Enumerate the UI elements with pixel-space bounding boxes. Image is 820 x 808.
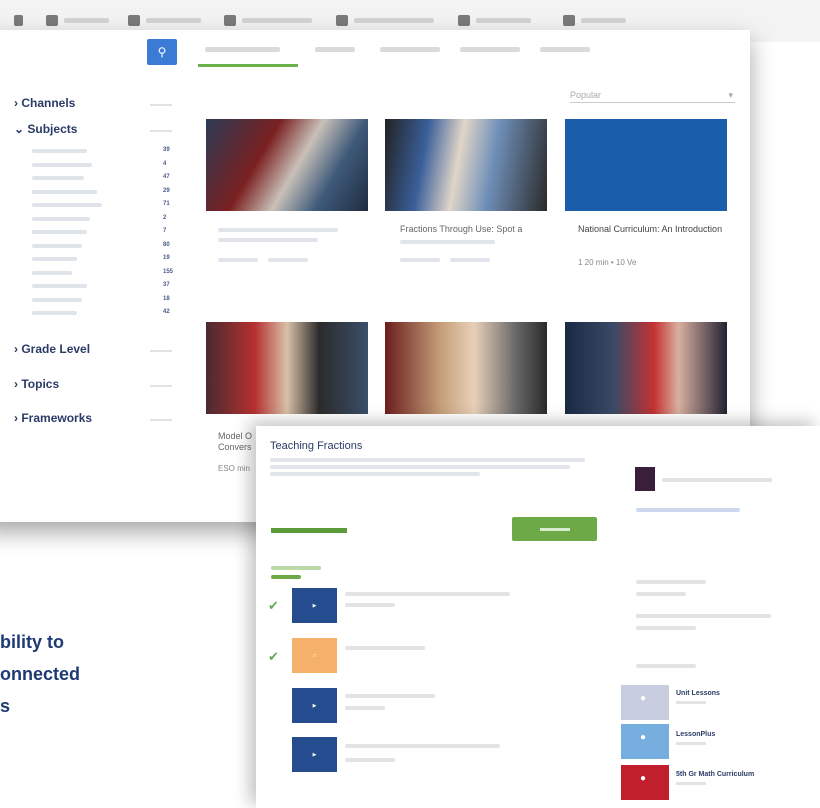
person-icon: ● <box>640 732 647 743</box>
nav-item[interactable] <box>46 12 109 28</box>
related-title[interactable]: 5th Gr Math Curriculum <box>676 771 754 778</box>
nav-icon <box>46 14 58 26</box>
filter-topics[interactable]: › Topics <box>14 377 59 391</box>
check-icon: ✔ <box>268 649 279 664</box>
related-title[interactable]: Unit Lessons <box>676 690 720 697</box>
person-icon: ● <box>640 693 647 704</box>
subject-count: 80 <box>163 241 170 248</box>
video-title[interactable]: Model O Convers <box>218 431 258 453</box>
video-thumbnail[interactable] <box>206 322 368 414</box>
action-button[interactable] <box>512 517 597 541</box>
person-icon: ● <box>640 773 647 784</box>
subject-item[interactable] <box>32 230 87 234</box>
doc-icon <box>458 14 470 26</box>
subject-item[interactable] <box>32 311 77 315</box>
check-icon: ✔ <box>268 598 279 613</box>
filter-subjects[interactable]: ⌄ Subjects <box>14 122 77 136</box>
video-thumbnail[interactable] <box>565 119 727 211</box>
subject-item[interactable] <box>32 189 97 194</box>
subject-item[interactable] <box>32 162 92 167</box>
overlay-text-line: onnected <box>0 664 81 684</box>
resource-thumbnail[interactable]: ▶ <box>292 588 337 623</box>
subject-item[interactable] <box>32 243 82 248</box>
subject-item[interactable] <box>32 216 90 221</box>
subject-count: 18 <box>163 295 170 302</box>
subject-count: 2 <box>163 214 167 221</box>
resource-thumbnail[interactable]: ▶ <box>292 688 337 723</box>
subject-item[interactable] <box>32 297 82 302</box>
button-text-placeholder <box>539 527 570 531</box>
tab-underline <box>198 64 298 67</box>
home-icon <box>14 14 23 26</box>
filter-frameworks[interactable]: › Frameworks <box>14 411 92 425</box>
nav-item[interactable] <box>563 12 626 28</box>
tab[interactable] <box>315 47 355 52</box>
home-nav[interactable] <box>14 12 23 28</box>
video-title[interactable]: National Curriculum: An Introduction <box>578 224 728 235</box>
related-thumbnail[interactable]: ● <box>621 724 669 759</box>
folder-icon <box>224 14 236 26</box>
overlay-text-line: s <box>0 696 11 716</box>
related-thumbnail[interactable]: ● <box>621 765 669 800</box>
video-thumbnail[interactable] <box>206 119 368 211</box>
nav-item[interactable] <box>458 12 531 28</box>
subject-count: 155 <box>163 268 174 275</box>
subject-count: 4 <box>163 160 167 167</box>
resource-thumbnail[interactable]: □ <box>292 638 337 673</box>
resource-thumbnail[interactable]: ▶ <box>292 737 337 772</box>
overlay-text-line: bility to <box>0 632 64 652</box>
tab[interactable] <box>460 47 520 52</box>
people-icon <box>128 14 140 26</box>
tab[interactable] <box>540 47 590 52</box>
play-icon: ▶ <box>312 602 317 609</box>
subject-count: 71 <box>163 201 170 207</box>
subject-item[interactable] <box>32 149 87 153</box>
subject-count: 39 <box>163 147 170 153</box>
subject-item[interactable] <box>32 176 84 180</box>
tab-active[interactable] <box>205 47 280 52</box>
sort-select[interactable]: Popular ▾ <box>570 90 735 103</box>
chat-icon <box>336 14 348 26</box>
subject-count: 47 <box>163 174 170 180</box>
section-heading <box>271 528 347 533</box>
video-thumbnail[interactable] <box>565 322 727 414</box>
subject-count: 7 <box>163 228 167 234</box>
video-meta: 1 20 min • 10 Ve <box>578 258 637 267</box>
nav-item[interactable] <box>128 12 201 28</box>
subject-count: 29 <box>163 187 170 194</box>
subject-count: 42 <box>163 309 170 315</box>
chevron-down-icon: ⌄ <box>14 122 28 136</box>
filter-channels[interactable]: › Channels <box>14 96 75 110</box>
video-thumbnail[interactable] <box>385 119 547 211</box>
subject-count: 37 <box>163 282 170 288</box>
popup-title: Teaching Fractions <box>270 440 363 452</box>
nav-item[interactable] <box>224 12 312 28</box>
subject-item[interactable] <box>32 270 72 275</box>
tab[interactable] <box>380 47 440 52</box>
play-icon: ▶ <box>312 751 317 758</box>
author-avatar[interactable] <box>635 467 655 491</box>
settings-icon <box>563 14 575 26</box>
video-meta: ESO min <box>218 464 251 473</box>
subject-item[interactable] <box>32 203 102 207</box>
subject-item[interactable] <box>32 257 77 261</box>
nav-item[interactable] <box>336 12 434 28</box>
video-thumbnail[interactable] <box>385 322 547 414</box>
play-icon: ▶ <box>312 702 317 709</box>
related-title[interactable]: LessonPlus <box>676 731 715 738</box>
related-thumbnail[interactable]: ● <box>621 685 669 720</box>
subject-count: 19 <box>163 255 170 261</box>
filter-grade-level[interactable]: › Grade Level <box>14 342 90 356</box>
search-icon: ⚲ <box>157 45 167 59</box>
video-title[interactable]: Fractions Through Use: Spot a <box>400 224 550 235</box>
subject-item[interactable] <box>32 284 87 288</box>
dropdown-icon: ▾ <box>728 90 733 100</box>
doc-icon: □ <box>312 652 317 659</box>
search-button[interactable]: ⚲ <box>147 39 177 65</box>
